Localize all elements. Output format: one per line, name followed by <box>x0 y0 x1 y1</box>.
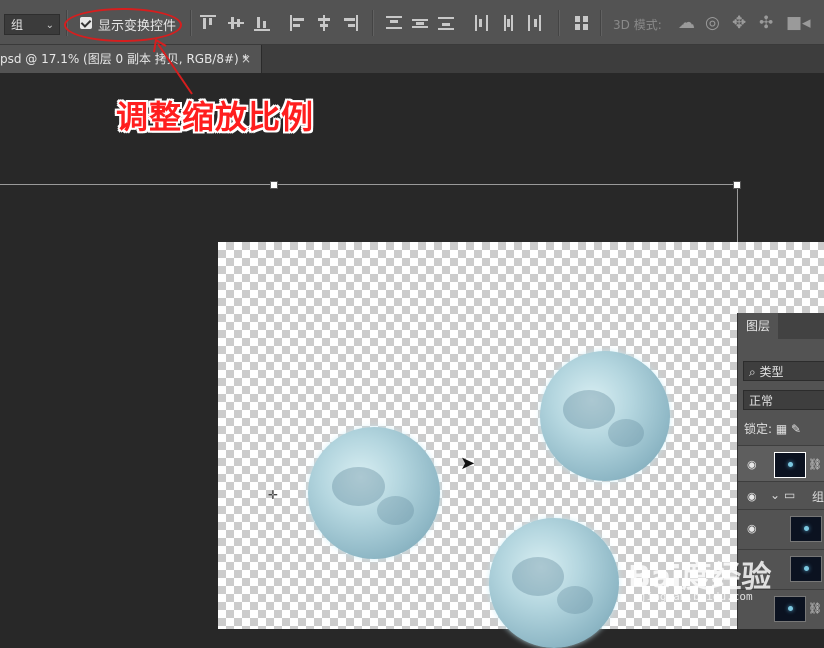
transform-handle-top-right[interactable] <box>733 181 741 189</box>
eye-icon[interactable]: ◉ <box>747 458 757 471</box>
lock-paint-icon[interactable]: ✎ <box>791 422 801 436</box>
layer-group-row[interactable]: ◉ ⌄ ▭ 组 <box>738 481 824 510</box>
transform-bounding-box-top <box>0 184 737 185</box>
crosshair-icon: ✛ <box>268 488 279 502</box>
layer-row[interactable]: ◉ ⛓ <box>738 445 824 482</box>
layer-row[interactable]: ◉ <box>738 509 824 546</box>
blend-mode-value: 正常 <box>749 394 774 408</box>
lock-label: 锁定: <box>744 422 773 436</box>
eye-icon[interactable]: ◉ <box>747 522 757 535</box>
lock-row: 锁定: ▦ ✎ <box>744 420 801 437</box>
layers-panel-tabs: 图层 <box>738 313 824 339</box>
layer-thumbnail <box>774 452 806 478</box>
link-icon: ⛓ <box>808 458 822 471</box>
link-icon: ⛓ <box>808 602 822 615</box>
tab-layers[interactable]: 图层 <box>738 313 778 339</box>
watermark-url: jingyan.baidu.com <box>640 590 753 603</box>
move-cursor-icon: ➤ <box>460 453 476 474</box>
eye-icon[interactable]: ◉ <box>747 490 757 503</box>
lock-transparency-icon[interactable]: ▦ <box>776 422 787 436</box>
folder-icon: ▭ <box>784 488 796 502</box>
moon-image <box>540 351 670 481</box>
layer-filter-dropdown[interactable]: ⌕ 类型 <box>743 361 824 381</box>
search-icon: ⌕ <box>749 365 760 379</box>
blend-mode-dropdown[interactable]: 正常 <box>743 390 824 410</box>
layer-thumbnail <box>774 596 806 622</box>
transform-handle-top[interactable] <box>270 181 278 189</box>
layer-thumbnail <box>790 516 822 542</box>
layer-filter-value: 类型 <box>759 365 784 379</box>
moon-image <box>308 427 440 559</box>
layer-thumbnail <box>790 556 822 582</box>
group-label: 组 <box>812 490 824 504</box>
chevron-down-icon[interactable]: ⌄ <box>770 488 780 502</box>
